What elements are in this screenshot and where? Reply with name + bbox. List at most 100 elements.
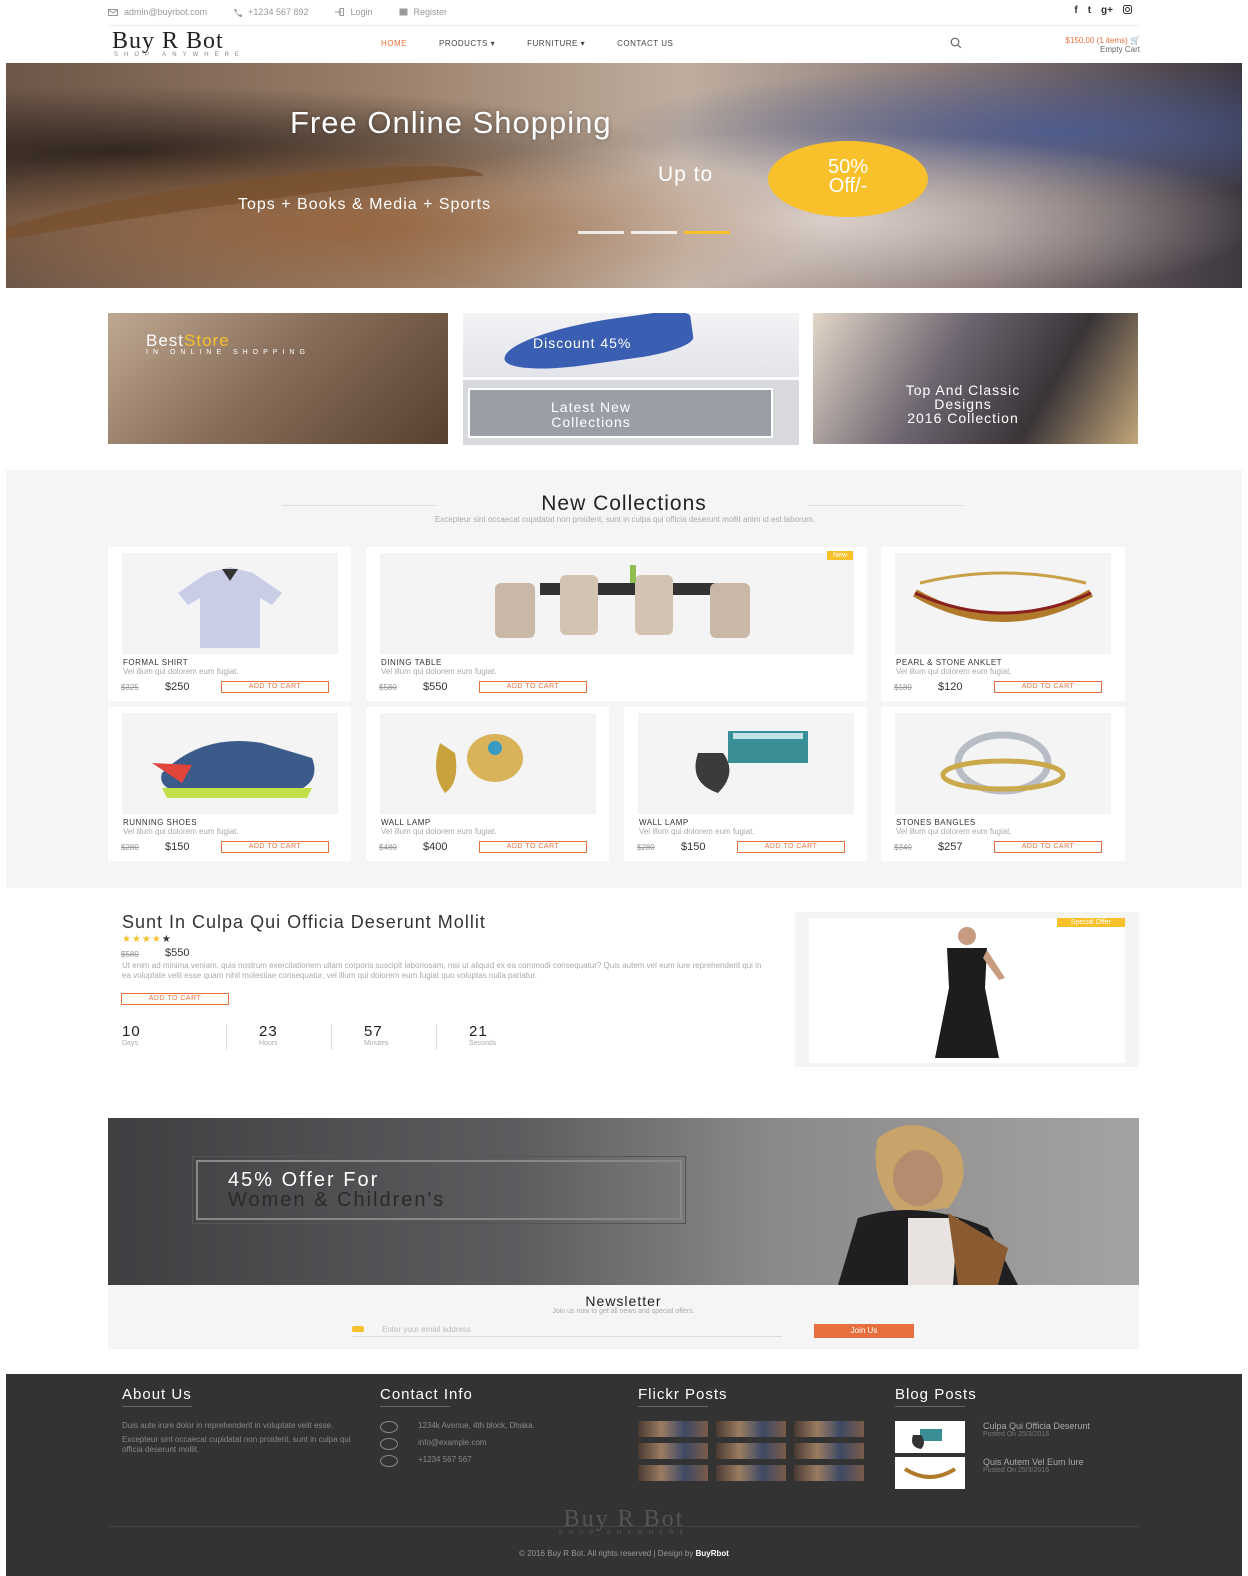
flickr-thumb[interactable]: [716, 1465, 786, 1481]
promo-latest[interactable]: Latest New Collections: [463, 380, 799, 445]
main-nav: HOME PRODUCTS ▾ FURNITURE ▾ CONTACT US: [381, 39, 673, 48]
blog-post[interactable]: Culpa Qui Officia Deserunt Posted On 25/3…: [895, 1421, 1123, 1453]
product-price: $257: [938, 841, 963, 853]
social-links: f t g+: [1074, 5, 1132, 17]
divider: [122, 1406, 192, 1407]
flickr-thumb[interactable]: [638, 1421, 708, 1437]
designer-link[interactable]: BuyRbot: [696, 1549, 729, 1558]
promo-discount[interactable]: Discount 45%: [463, 313, 799, 377]
flickr-thumb[interactable]: [794, 1421, 864, 1437]
promo-best-store[interactable]: BestStore IN ONLINE SHOPPING: [108, 313, 448, 444]
phone-icon: [380, 1455, 398, 1467]
nav-products[interactable]: PRODUCTS ▾: [439, 39, 495, 48]
twitter-icon[interactable]: t: [1088, 5, 1091, 17]
blog-thumb: [895, 1421, 965, 1453]
instagram-icon[interactable]: [1123, 5, 1132, 17]
facebook-icon[interactable]: f: [1074, 5, 1077, 17]
wall-lamp-image: [695, 731, 808, 793]
product-card[interactable]: WALL LAMP Vel illum qui dolorem eum fugi…: [624, 707, 867, 861]
blog-post[interactable]: Quis Autem Vel Eum Iure Posted On 25/3/20…: [895, 1457, 1123, 1489]
special-offer-tag: Special Offer: [1056, 918, 1125, 927]
login-icon: [335, 8, 345, 16]
product-image: [122, 713, 338, 814]
shirt-image: [178, 567, 282, 648]
product-old-price: $580: [379, 683, 397, 692]
contact-phone[interactable]: +1234 567 567: [380, 1455, 578, 1467]
offer-banner[interactable]: 45% Offer For Women & Children's: [108, 1118, 1139, 1285]
product-image: [895, 553, 1111, 654]
contact-address: 1234k Avenue, 4th block, Dhaka.: [380, 1421, 578, 1433]
special-offer-image[interactable]: Special Offer: [795, 912, 1139, 1067]
product-card[interactable]: WALL LAMP Vel illum qui dolorem eum fugi…: [366, 707, 609, 861]
hero-slider[interactable]: Free Online Shopping Up to 50% Off/- Top…: [6, 63, 1242, 288]
join-button[interactable]: Join Us: [814, 1324, 914, 1338]
slider-dot[interactable]: [631, 231, 677, 234]
slider-dot[interactable]: [578, 231, 624, 234]
banner-text: 45% Offer For Women & Children's: [228, 1170, 445, 1210]
countdown-label: Seconds: [469, 1040, 497, 1047]
contact-email[interactable]: info@example.com: [380, 1438, 578, 1450]
product-image: [122, 553, 338, 654]
add-to-cart-button[interactable]: ADD TO CART: [994, 681, 1102, 693]
product-desc: Vel illum qui dolorem eum fugiat.: [639, 827, 755, 836]
product-card[interactable]: New DINING TABLE Vel illum qui dolorem e…: [366, 547, 867, 701]
nav-furniture-label: FURNITURE: [527, 39, 578, 48]
slider-dot-active[interactable]: [684, 231, 730, 234]
contact-email-text: info@example.com: [418, 1438, 487, 1447]
hero-up-to: Up to: [658, 163, 714, 186]
product-card[interactable]: RUNNING SHOES Vel illum qui dolorem eum …: [108, 707, 351, 861]
woman-image: [838, 1125, 1018, 1285]
special-offer-title[interactable]: Sunt In Culpa Qui Officia Deserunt Molli…: [122, 912, 486, 933]
cart-widget[interactable]: $150.00 (1 items) 🛒 Empty Cart: [1000, 36, 1140, 54]
register-icon: [399, 8, 408, 16]
nav-contact[interactable]: CONTACT US: [617, 39, 673, 48]
flickr-thumb[interactable]: [638, 1443, 708, 1459]
product-card[interactable]: STONES BANGLES Vel illum qui dolorem eum…: [881, 707, 1125, 861]
flickr-thumb[interactable]: [716, 1443, 786, 1459]
promo-classic[interactable]: Top And Classic Designs 2016 Collection: [813, 313, 1138, 444]
countdown-label: Minutes: [364, 1040, 389, 1047]
add-to-cart-button[interactable]: ADD TO CART: [479, 681, 587, 693]
product-desc: Vel illum qui dolorem eum fugiat.: [381, 667, 497, 676]
footer-logo[interactable]: Buy R Bot SHOP ANYWHERE: [6, 1507, 1242, 1536]
product-card[interactable]: PEARL & STONE ANKLET Vel illum qui dolor…: [881, 547, 1125, 701]
add-to-cart-button[interactable]: ADD TO CART: [221, 681, 329, 693]
add-to-cart-button[interactable]: ADD TO CART: [994, 841, 1102, 853]
countdown-seconds: 21 Seconds: [437, 1024, 542, 1050]
email-link[interactable]: admin@buyrbot.com: [108, 7, 207, 17]
collections-desc: Excepteur sint occaecat cupidatat non pr…: [434, 515, 816, 524]
footer-flickr-title: Flickr Posts: [638, 1386, 728, 1403]
flickr-thumb[interactable]: [638, 1465, 708, 1481]
nav-home[interactable]: HOME: [381, 39, 407, 48]
star-empty-icon: ★: [161, 934, 172, 945]
add-to-cart-button[interactable]: ADD TO CART: [479, 841, 587, 853]
footer-contact: Contact Info 1234k Avenue, 4th block, Dh…: [380, 1386, 578, 1472]
countdown-label: Hours: [259, 1040, 278, 1047]
nav-furniture[interactable]: FURNITURE ▾: [527, 39, 585, 48]
footer-flickr: Flickr Posts: [638, 1386, 864, 1481]
logo-tagline: SHOP ANYWHERE: [114, 52, 245, 58]
product-image: [895, 713, 1111, 814]
add-to-cart-button[interactable]: ADD TO CART: [737, 841, 845, 853]
flickr-thumb[interactable]: [794, 1465, 864, 1481]
anklet-image: [913, 571, 1093, 622]
special-add-to-cart-button[interactable]: ADD TO CART: [121, 993, 229, 1005]
add-to-cart-button[interactable]: ADD TO CART: [221, 841, 329, 853]
product-name: PEARL & STONE ANKLET: [896, 658, 1003, 667]
newsletter-section: Newsletter Join us now to get all news a…: [108, 1285, 1139, 1349]
register-link[interactable]: Register: [399, 7, 447, 17]
login-link[interactable]: Login: [334, 7, 373, 17]
flickr-thumb[interactable]: [794, 1443, 864, 1459]
flickr-thumb[interactable]: [716, 1421, 786, 1437]
google-plus-icon[interactable]: g+: [1101, 5, 1113, 17]
site-logo[interactable]: Buy R Bot SHOP ANYWHERE: [112, 29, 245, 58]
hero-title: Free Online Shopping: [290, 105, 612, 140]
phone-link[interactable]: +1234 567 892: [233, 7, 308, 17]
newsletter-email-input[interactable]: Enter your email address: [352, 1323, 782, 1337]
product-desc: Vel illum qui dolorem eum fugiat.: [896, 667, 1012, 676]
product-card[interactable]: FORMAL SHIRT Vel illum qui dolorem eum f…: [108, 547, 351, 701]
star-icon: ★★★★: [122, 934, 162, 945]
nav-products-label: PRODUCTS: [439, 39, 488, 48]
search-icon[interactable]: [950, 37, 962, 49]
countdown-value: 23: [259, 1023, 278, 1040]
